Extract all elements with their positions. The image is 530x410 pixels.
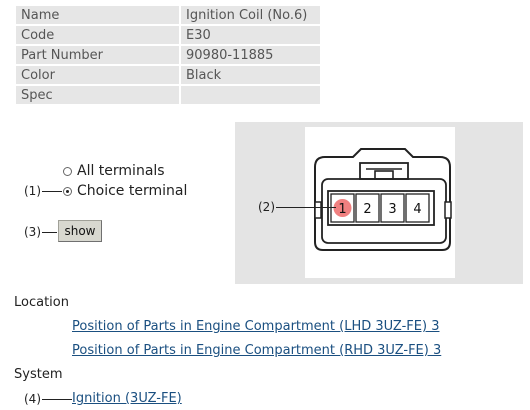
radio-choice-terminal[interactable]: Choice terminal: [63, 183, 187, 199]
info-row-spec: Spec: [16, 86, 320, 104]
latch-tab: [374, 170, 394, 180]
radio-button-checked-icon[interactable]: [63, 186, 72, 196]
pin-label-4: 4: [413, 202, 421, 217]
part-info-table: Name Ignition Coil (No.6) Code E30 Part …: [14, 4, 322, 106]
callout-3: (3): [24, 225, 57, 239]
pin-label-1: 1: [338, 202, 346, 217]
location-link-lhd[interactable]: Position of Parts in Engine Compartment …: [72, 319, 439, 334]
location-heading: Location: [14, 295, 69, 310]
info-label: Spec: [16, 86, 179, 104]
info-label: Code: [16, 26, 179, 44]
info-label: Color: [16, 66, 179, 84]
radio-all-terminals[interactable]: All terminals: [63, 163, 165, 179]
info-value: Ignition Coil (No.6): [181, 6, 320, 24]
info-label: Part Number: [16, 46, 179, 64]
callout-4-label: (4): [24, 392, 41, 406]
info-value: E30: [181, 26, 320, 44]
show-button[interactable]: show: [58, 220, 102, 242]
info-row-code: Code E30: [16, 26, 320, 44]
location-link-rhd[interactable]: Position of Parts in Engine Compartment …: [72, 343, 441, 358]
pin-label-3: 3: [388, 202, 396, 217]
info-label: Name: [16, 6, 179, 24]
callout-4-line: [42, 398, 72, 400]
info-row-name: Name Ignition Coil (No.6): [16, 6, 320, 24]
pin-label-2: 2: [363, 202, 371, 217]
system-heading: System: [14, 367, 63, 382]
callout-2: (2): [258, 200, 336, 214]
callout-1-label: (1): [24, 184, 41, 198]
radio-choice-terminal-label: Choice terminal: [77, 183, 188, 199]
radio-button-icon[interactable]: [63, 166, 72, 176]
info-row-part-number: Part Number 90980-11885: [16, 46, 320, 64]
side-key-right: [444, 201, 452, 219]
info-value: [181, 86, 320, 104]
info-row-color: Color Black: [16, 66, 320, 84]
info-value: Black: [181, 66, 320, 84]
callout-2-label: (2): [258, 200, 275, 214]
callout-2-line: [276, 206, 336, 208]
info-value: 90980-11885: [181, 46, 320, 64]
callout-1-line: [42, 190, 62, 192]
callout-3-line: [42, 231, 57, 233]
radio-all-terminals-label: All terminals: [77, 163, 165, 179]
callout-3-label: (3): [24, 225, 41, 239]
callout-4: (4): [24, 392, 72, 406]
system-link-ignition[interactable]: Ignition (3UZ-FE): [72, 391, 182, 406]
callout-1: (1): [24, 184, 62, 198]
